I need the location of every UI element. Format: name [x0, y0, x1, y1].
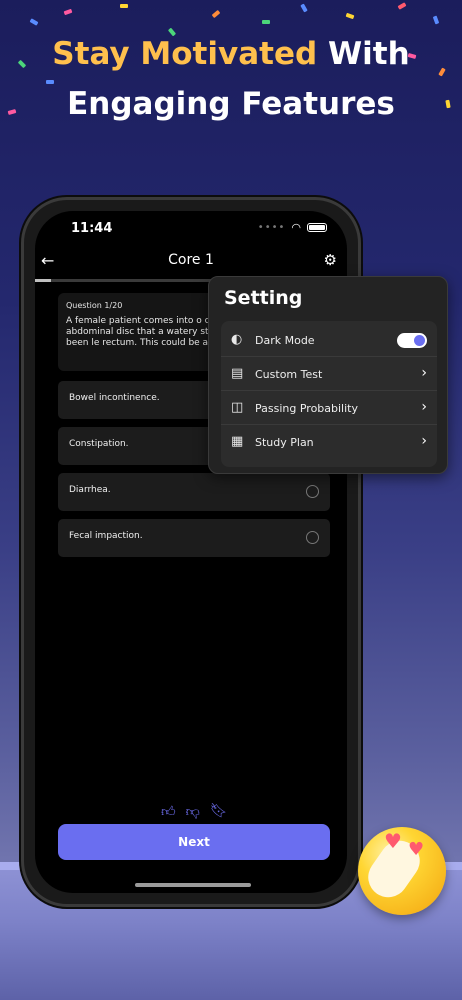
status-icons: •••• ◠ — [258, 221, 327, 234]
headline-rest: With — [317, 36, 410, 72]
answer-option[interactable]: Diarrhea. — [58, 473, 330, 511]
thumbs-up-icon[interactable]: 👍︎ — [161, 803, 176, 820]
bookmark-icon[interactable]: 🔖︎ — [210, 803, 228, 820]
option-label: Diarrhea. — [69, 485, 111, 495]
headline-accent: Stay Motivated — [52, 36, 318, 72]
headline-line-1: Stay Motivated With — [0, 36, 462, 72]
setting-label: Passing Probability — [255, 402, 358, 415]
status-time: 11:44 — [71, 221, 113, 236]
custom-test-icon: ▤ — [231, 366, 244, 381]
feedback-actions: 👍︎ 👎︎ 🔖︎ — [161, 803, 228, 820]
settings-panel: Setting ◐ Dark Mode ▤ Custom Test › ◫ Pa… — [208, 276, 448, 474]
option-label: Fecal impaction. — [69, 531, 143, 541]
next-button[interactable]: Next — [58, 824, 330, 860]
thumbs-down-icon[interactable]: 👎︎ — [186, 803, 200, 820]
chevron-right-icon: › — [421, 365, 427, 381]
setting-custom-test[interactable]: ▤ Custom Test › — [221, 357, 437, 391]
option-label: Bowel incontinence. — [69, 393, 160, 403]
home-indicator — [135, 883, 251, 887]
setting-label: Dark Mode — [255, 334, 315, 347]
signal-icon: •••• — [257, 222, 286, 233]
chart-icon: ◫ — [231, 400, 244, 415]
page-title: Core 1 — [168, 252, 214, 268]
settings-title: Setting — [224, 287, 303, 309]
battery-icon — [307, 223, 327, 232]
wifi-icon: ◠ — [291, 221, 301, 234]
settings-list: ◐ Dark Mode ▤ Custom Test › ◫ Passing Pr… — [221, 321, 437, 467]
setting-label: Custom Test — [255, 368, 323, 381]
setting-study-plan[interactable]: ▦ Study Plan › — [221, 425, 437, 459]
headline-line-2: Engaging Features — [67, 86, 395, 122]
option-label: Constipation. — [69, 439, 129, 449]
setting-passing-probability[interactable]: ◫ Passing Probability › — [221, 391, 437, 425]
dark-mode-toggle[interactable] — [397, 333, 427, 348]
setting-label: Study Plan — [255, 436, 314, 449]
radio-icon[interactable] — [306, 531, 319, 544]
heart-eyes-emoji: ♥ ♥ — [358, 827, 446, 915]
gear-icon[interactable]: ⚙ — [324, 251, 337, 269]
setting-dark-mode[interactable]: ◐ Dark Mode — [221, 323, 437, 357]
study-plan-icon: ▦ — [231, 434, 244, 449]
chevron-right-icon: › — [421, 399, 427, 415]
progress-fill — [35, 279, 51, 282]
chevron-right-icon: › — [421, 433, 427, 449]
dark-mode-icon: ◐ — [231, 332, 243, 347]
answer-option[interactable]: Fecal impaction. — [58, 519, 330, 557]
app-header: ← Core 1 ⚙ — [35, 251, 347, 275]
radio-icon[interactable] — [306, 485, 319, 498]
